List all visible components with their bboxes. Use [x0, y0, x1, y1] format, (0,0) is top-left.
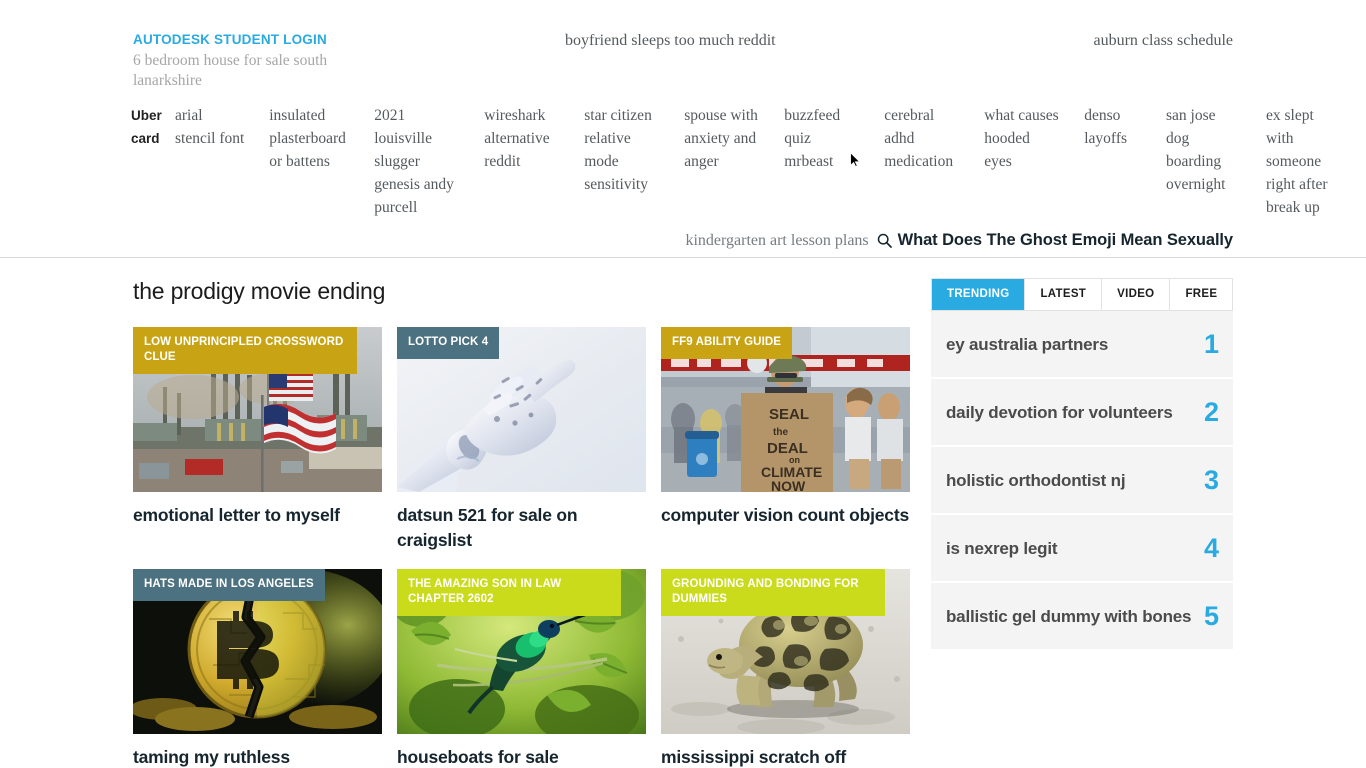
card-grid: LOW UNPRINCIPLED CROSSWORD CLUE emotiona… [133, 327, 913, 768]
card-badge: HATS MADE IN LOS ANGELES [133, 569, 325, 601]
card-title[interactable]: datsun 521 for sale on craigslist [397, 503, 646, 553]
main-content: the prodigy movie ending LOW UNPRINCIPLE… [0, 258, 1366, 768]
trending-rank: 3 [1203, 464, 1219, 495]
trending-item-4[interactable]: is nexrep legit 4 [931, 515, 1233, 583]
sidebar: TRENDING LATEST VIDEO FREE ey australia … [931, 278, 1233, 651]
nav-item-8[interactable]: cerebral adhd medication [884, 104, 984, 173]
card-title[interactable]: emotional letter to myself [133, 503, 382, 528]
card-title[interactable]: computer vision count objects [661, 503, 910, 528]
nav-item-3[interactable]: 2021 louisville slugger genesis andy pur… [374, 104, 484, 219]
card-5[interactable]: GROUNDING AND BONDING FOR DUMMIES missis… [661, 569, 910, 768]
page-title: the prodigy movie ending [133, 278, 386, 304]
search-result-title[interactable]: What Does The Ghost Emoji Mean Sexually [898, 231, 1233, 250]
sidebar-tabs: TRENDING LATEST VIDEO FREE [931, 278, 1233, 311]
header-link-right[interactable]: auburn class schedule [1093, 32, 1233, 50]
brand-subtitle: 6 bedroom house for sale south lanarkshi… [133, 52, 328, 89]
nav-item-9[interactable]: what causes hooded eyes [984, 104, 1084, 173]
svg-text:the: the [773, 427, 788, 438]
nav-item-7[interactable]: buzzfeed quiz mrbeast [784, 104, 884, 173]
trending-rank: 2 [1203, 396, 1219, 427]
card-badge: GROUNDING AND BONDING FOR DUMMIES [661, 569, 885, 616]
trending-item-5[interactable]: ballistic gel dummy with bones 5 [931, 583, 1233, 651]
nav-item-6[interactable]: spouse with anxiety and anger [684, 104, 784, 173]
trending-label: ey australia partners [946, 334, 1109, 354]
tab-free[interactable]: FREE [1170, 279, 1233, 310]
nav-item-4[interactable]: wireshark alternative reddit [484, 104, 584, 173]
card-thumbnail[interactable]: LOTTO PICK 4 [397, 327, 646, 492]
card-thumbnail[interactable]: GROUNDING AND BONDING FOR DUMMIES [661, 569, 910, 734]
trending-list: ey australia partners 1 daily devotion f… [931, 311, 1233, 651]
card-badge: LOTTO PICK 4 [397, 327, 500, 359]
card-title[interactable]: houseboats for sale [397, 745, 646, 768]
card-badge: THE AMAZING SON IN LAW CHAPTER 2602 [397, 569, 621, 616]
card-0[interactable]: LOW UNPRINCIPLED CROSSWORD CLUE emotiona… [133, 327, 382, 553]
nav-item-5[interactable]: star citizen relative mode sensitivity [584, 104, 684, 196]
card-1[interactable]: LOTTO PICK 4 datsun 521 for sale on crai… [397, 327, 646, 553]
trending-item-1[interactable]: ey australia partners 1 [931, 311, 1233, 379]
header-link-center[interactable]: boyfriend sleeps too much reddit [565, 32, 776, 50]
header-nav: Uber card arial stencil font insulated p… [131, 104, 1366, 219]
card-2[interactable]: SEAL the DEAL on CLIMATE NOW FF9 ABILITY… [661, 327, 910, 553]
nav-item-0[interactable]: Uber card [131, 104, 175, 150]
tab-video[interactable]: VIDEO [1102, 279, 1171, 310]
card-thumbnail[interactable]: LOW UNPRINCIPLED CROSSWORD CLUE [133, 327, 382, 492]
svg-text:DEAL: DEAL [767, 440, 808, 457]
card-thumbnail[interactable]: THE AMAZING SON IN LAW CHAPTER 2602 [397, 569, 646, 734]
trending-rank: 5 [1203, 600, 1219, 631]
trending-label: ballistic gel dummy with bones [946, 606, 1192, 626]
trending-label: holistic orthodontist nj [946, 470, 1126, 490]
nav-item-2[interactable]: insulated plasterboard or battens [269, 104, 374, 173]
svg-text:SEAL: SEAL [769, 406, 809, 423]
card-title[interactable]: mississippi scratch off [661, 745, 910, 768]
search-input[interactable]: kindergarten art lesson plans [685, 232, 868, 250]
nav-item-11[interactable]: san jose dog boarding overnight [1166, 104, 1266, 196]
card-3[interactable]: HATS MADE IN LOS ANGELES taming my ruthl… [133, 569, 382, 768]
card-thumbnail[interactable]: HATS MADE IN LOS ANGELES [133, 569, 382, 734]
trending-rank: 1 [1203, 328, 1219, 359]
search-icon[interactable] [877, 233, 892, 248]
tab-trending[interactable]: TRENDING [932, 279, 1026, 310]
nav-item-1[interactable]: arial stencil font [175, 104, 269, 150]
card-badge: LOW UNPRINCIPLED CROSSWORD CLUE [133, 327, 357, 374]
trending-label: is nexrep legit [946, 538, 1058, 558]
nav-item-10[interactable]: denso layoffs [1084, 104, 1166, 150]
card-thumbnail[interactable]: SEAL the DEAL on CLIMATE NOW FF9 ABILITY… [661, 327, 910, 492]
card-4[interactable]: THE AMAZING SON IN LAW CHAPTER 2602 hous… [397, 569, 646, 768]
article-column: the prodigy movie ending LOW UNPRINCIPLE… [133, 278, 913, 768]
card-badge: FF9 ABILITY GUIDE [661, 327, 793, 359]
brand-block: AUTODESK STUDENT LOGIN 6 bedroom house f… [133, 31, 393, 91]
card-title[interactable]: taming my ruthless [133, 745, 382, 768]
tab-latest[interactable]: LATEST [1025, 279, 1103, 310]
svg-text:NOW: NOW [771, 478, 806, 492]
nav-item-12[interactable]: ex slept with someone right after break … [1266, 104, 1366, 219]
site-header: AUTODESK STUDENT LOGIN 6 bedroom house f… [0, 0, 1366, 258]
trending-item-3[interactable]: holistic orthodontist nj 3 [931, 447, 1233, 515]
trending-rank: 4 [1203, 532, 1219, 563]
trending-item-2[interactable]: daily devotion for volunteers 2 [931, 379, 1233, 447]
trending-label: daily devotion for volunteers [946, 402, 1173, 422]
search-bar[interactable]: kindergarten art lesson plans What Does … [685, 231, 1233, 250]
brand-title[interactable]: AUTODESK STUDENT LOGIN [133, 31, 393, 48]
